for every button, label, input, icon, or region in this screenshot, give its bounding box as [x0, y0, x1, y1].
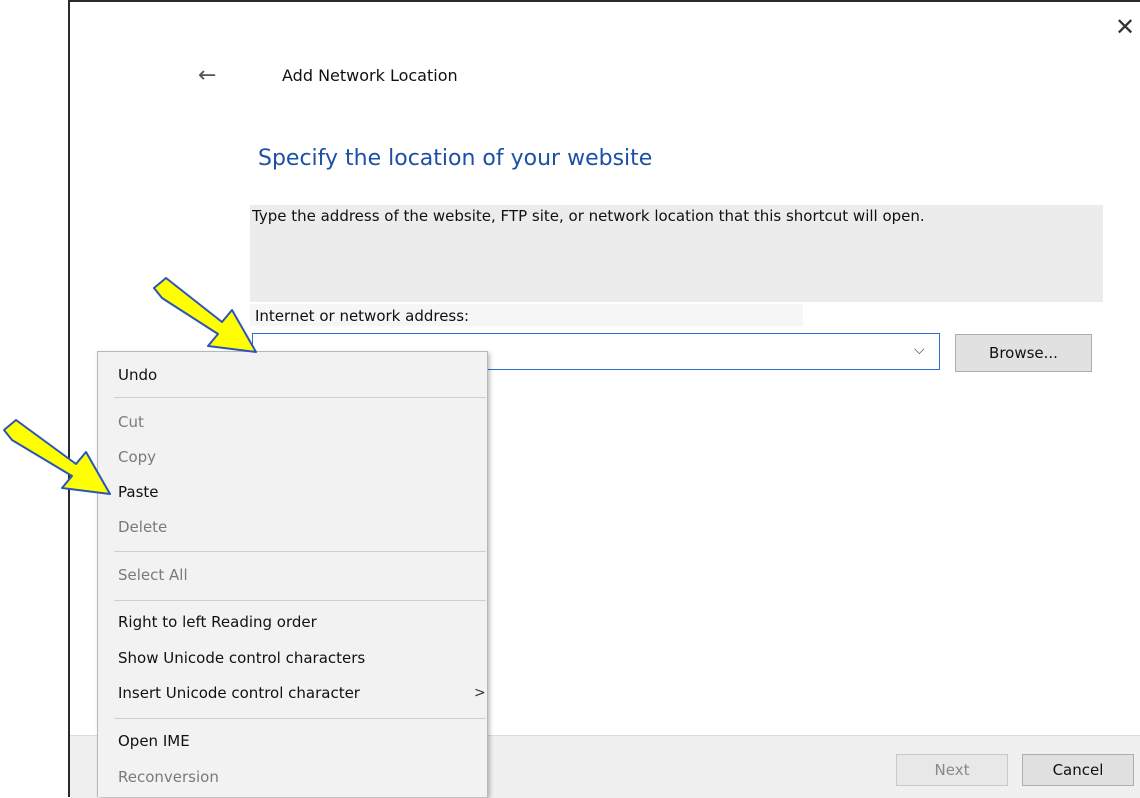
menu-separator [114, 397, 486, 398]
window-title: Add Network Location [282, 66, 458, 85]
menu-item-rtl-reading-order[interactable]: Right to left Reading order [118, 613, 317, 631]
description-text: Type the address of the website, FTP sit… [252, 207, 925, 225]
annotation-arrow-paste [3, 419, 111, 495]
cancel-button[interactable]: Cancel [1022, 754, 1134, 786]
chevron-down-icon[interactable]: ⌵ [914, 342, 925, 358]
menu-item-select-all[interactable]: Select All [118, 566, 188, 584]
menu-item-copy[interactable]: Copy [118, 448, 156, 466]
back-arrow-icon[interactable]: ← [198, 64, 224, 88]
close-icon[interactable]: ✕ [1112, 14, 1138, 40]
menu-item-cut[interactable]: Cut [118, 413, 144, 431]
menu-item-reconversion[interactable]: Reconversion [118, 768, 219, 786]
menu-item-paste[interactable]: Paste [118, 483, 159, 501]
context-menu: Undo Cut Copy Paste Delete Select All Ri… [97, 351, 488, 797]
menu-item-show-unicode-control[interactable]: Show Unicode control characters [118, 649, 365, 667]
browse-button[interactable]: Browse... [955, 334, 1092, 372]
address-label: Internet or network address: [255, 307, 470, 325]
next-button[interactable]: Next [896, 754, 1008, 786]
menu-item-open-ime[interactable]: Open IME [118, 732, 190, 750]
page-heading: Specify the location of your website [258, 146, 653, 171]
chevron-right-icon: > [474, 685, 486, 701]
menu-item-insert-unicode-control[interactable]: Insert Unicode control character [118, 684, 360, 702]
menu-item-undo[interactable]: Undo [118, 366, 157, 384]
annotation-arrow-address [153, 277, 257, 353]
menu-separator [114, 551, 486, 552]
menu-separator [114, 718, 486, 719]
menu-separator [114, 600, 486, 601]
menu-item-delete[interactable]: Delete [118, 518, 167, 536]
